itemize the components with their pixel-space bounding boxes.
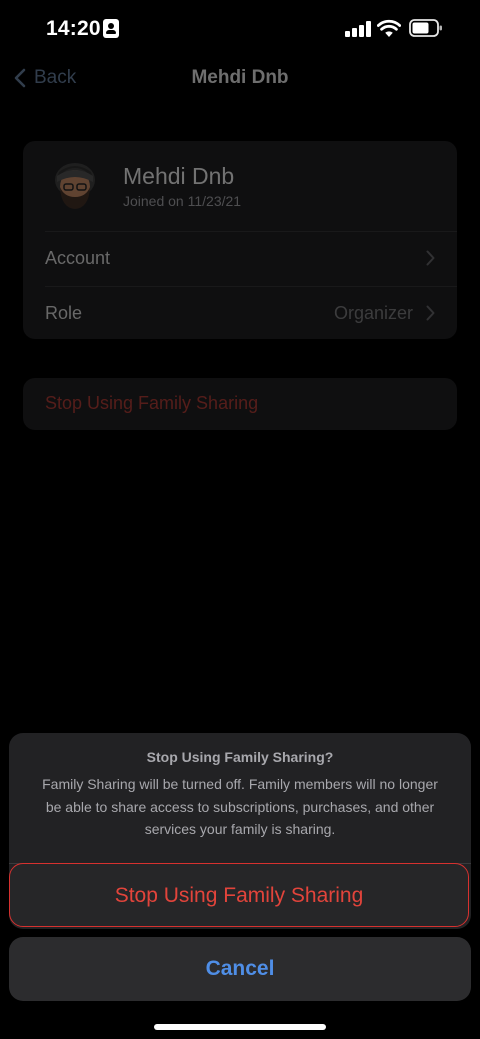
status-time: 14:20 <box>46 17 101 40</box>
role-row[interactable]: Role Organizer <box>23 287 457 339</box>
member-name: Mehdi Dnb <box>123 163 235 189</box>
action-sheet-title: Stop Using Family Sharing? <box>146 749 334 765</box>
battery-icon <box>409 19 442 37</box>
status-bar: 14:20 <box>0 0 480 56</box>
id-card-icon <box>103 19 119 38</box>
cancel-button[interactable]: Cancel <box>9 937 471 1001</box>
navigation-bar: Back Mehdi Dnb <box>0 58 480 98</box>
cancel-button-label: Cancel <box>205 957 275 980</box>
cellular-signal-icon <box>345 21 373 37</box>
joined-date: Joined on 11/23/21 <box>123 193 242 209</box>
stop-family-sharing-button-label: Stop Using Family Sharing <box>114 884 364 907</box>
stop-family-sharing-button[interactable]: Stop Using Family Sharing <box>9 863 469 927</box>
account-row[interactable]: Account <box>23 232 457 286</box>
account-label: Account <box>45 248 111 268</box>
chevron-right-icon <box>426 250 435 266</box>
role-label: Role <box>45 303 83 323</box>
stop-family-sharing-row[interactable]: Stop Using Family Sharing <box>23 378 457 430</box>
page-title: Mehdi Dnb <box>191 67 289 88</box>
stop-family-sharing-label: Stop Using Family Sharing <box>45 393 259 413</box>
home-indicator[interactable] <box>154 1024 326 1030</box>
avatar <box>55 163 95 209</box>
action-sheet-message: Family Sharing will be turned off. Famil… <box>42 776 438 837</box>
wifi-icon <box>377 19 401 37</box>
role-value: Organizer <box>333 303 413 323</box>
member-card: Mehdi Dnb Joined on 11/23/21 Account Rol… <box>23 141 457 339</box>
chevron-right-icon <box>426 305 435 321</box>
